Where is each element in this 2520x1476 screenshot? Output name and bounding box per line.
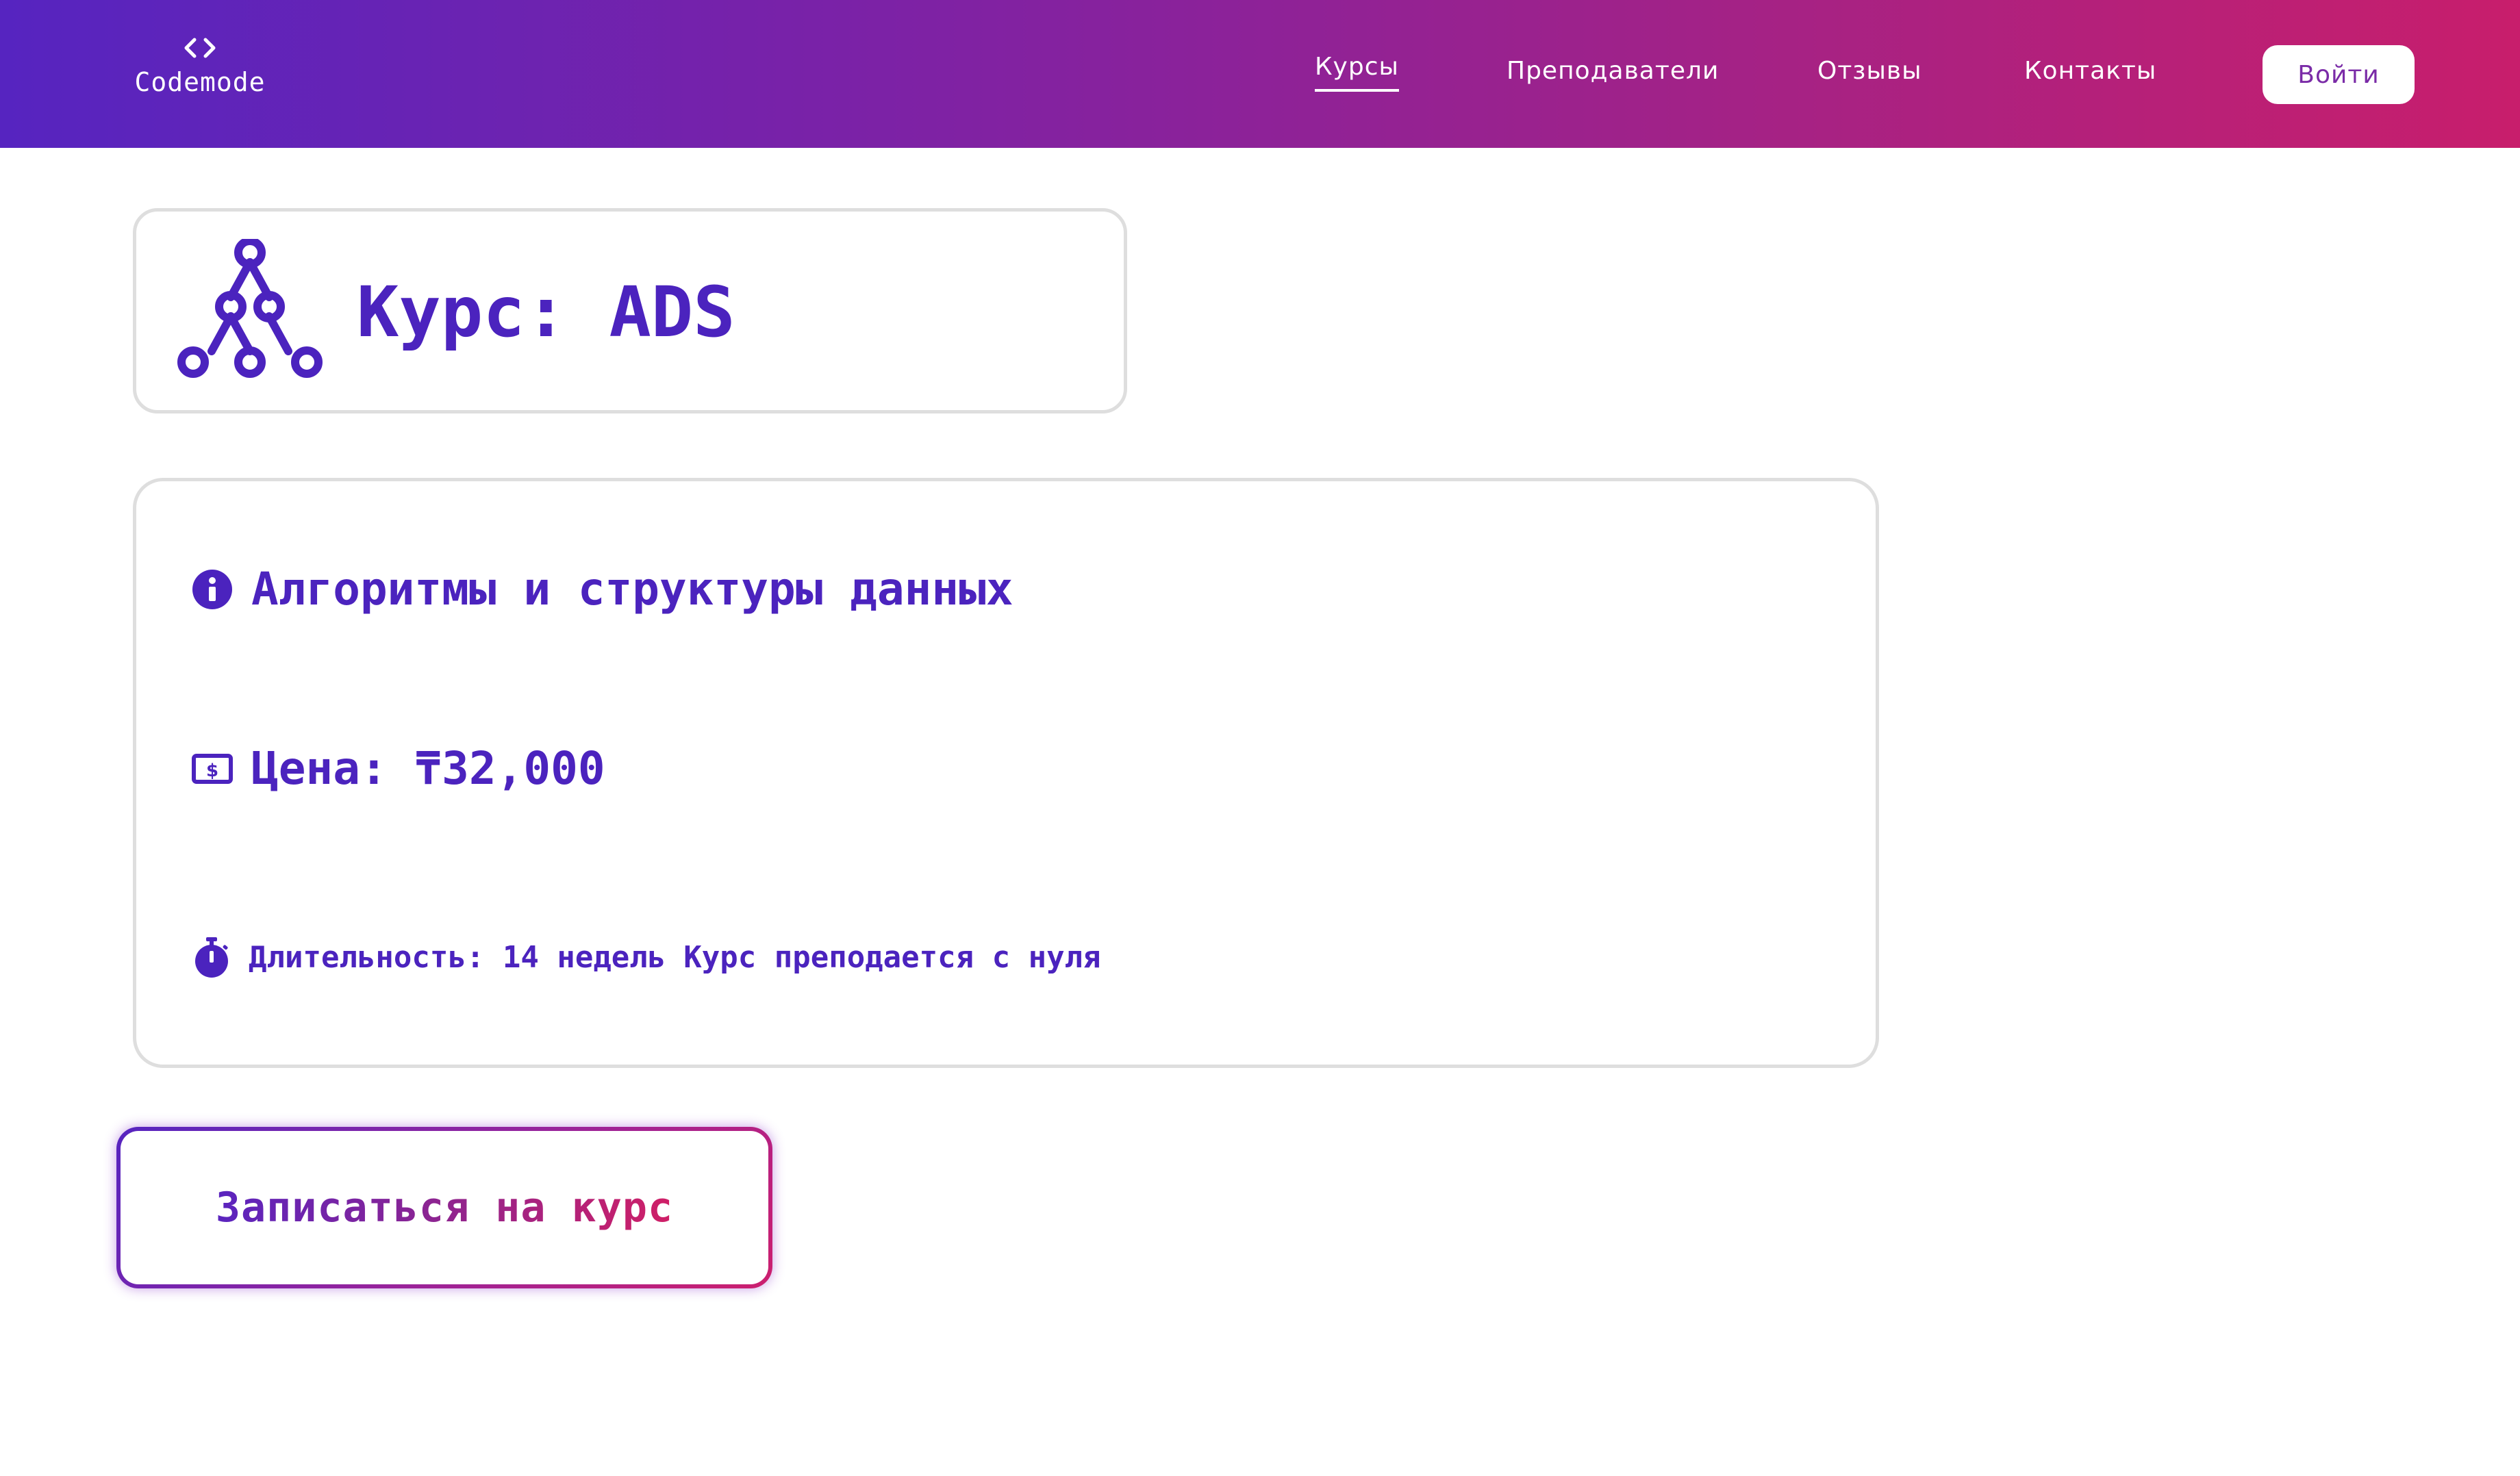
nav-item-reviews[interactable]: Отзывы <box>1817 56 1922 86</box>
enroll-button-label: Записаться на курс <box>215 1184 674 1232</box>
svg-text:$: $ <box>206 761 218 781</box>
course-description: Курс преподается с нуля <box>683 940 1101 975</box>
course-name: Алгоритмы и структуры данных <box>251 563 1013 615</box>
tree-structure-icon <box>177 239 323 378</box>
course-price-row: $ Цена: ₸32,000 <box>191 741 605 796</box>
login-button[interactable]: Войти <box>2263 45 2415 104</box>
stopwatch-icon <box>195 937 228 978</box>
course-duration: Длительность: 14 недель <box>249 940 666 975</box>
money-bill-icon: $ <box>192 754 233 784</box>
logo[interactable]: Codemode <box>131 34 268 99</box>
course-price: Цена: ₸32,000 <box>251 742 605 795</box>
course-title: Курс: ADS <box>357 272 735 353</box>
course-duration-row: Длительность: 14 недель Курс преподается … <box>191 937 1101 978</box>
course-title-card: Курс: ADS <box>133 208 1127 413</box>
nav-item-courses[interactable]: Курсы <box>1315 52 1399 92</box>
logo-text: Codemode <box>134 67 266 97</box>
code-brackets-icon <box>184 38 216 58</box>
top-navigation-bar: Codemode Курсы Преподаватели Отзывы Конт… <box>0 0 2520 148</box>
course-info-card: Алгоритмы и структуры данных $ Цена: ₸32… <box>133 478 1879 1068</box>
info-icon <box>192 570 232 609</box>
nav-item-teachers[interactable]: Преподаватели <box>1507 56 1719 86</box>
enroll-button[interactable]: Записаться на курс <box>116 1127 772 1288</box>
course-name-row: Алгоритмы и структуры данных <box>191 562 1013 617</box>
nav-item-contacts[interactable]: Контакты <box>2024 56 2156 86</box>
